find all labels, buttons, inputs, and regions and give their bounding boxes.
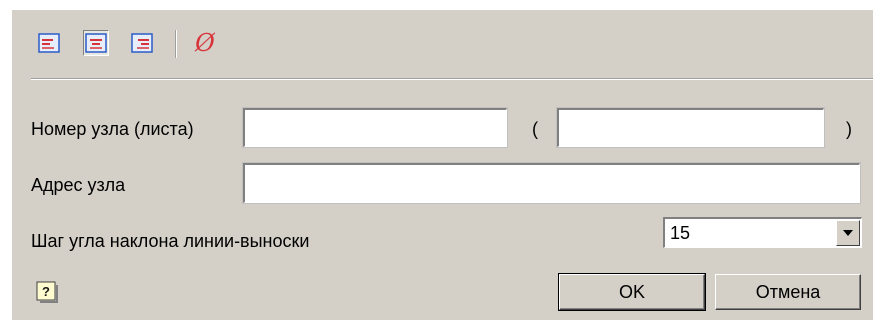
dropdown-button[interactable] [836, 220, 860, 246]
close-paren: ) [846, 119, 852, 139]
diameter-icon: Ø [195, 29, 215, 57]
align-right-icon [131, 33, 153, 53]
chevron-down-icon [843, 230, 853, 236]
node-number-field[interactable] [242, 107, 508, 148]
ok-button[interactable]: OK [558, 273, 706, 311]
align-center-button[interactable] [83, 30, 109, 56]
cancel-button[interactable]: Отмена [715, 274, 861, 310]
node-number-label: Номер узла (листа) [31, 119, 194, 139]
open-paren: ( [532, 119, 538, 139]
node-address-field[interactable] [242, 162, 861, 204]
help-icon[interactable]: ? [36, 281, 58, 303]
align-right-button[interactable] [129, 30, 155, 56]
sheet-number-field[interactable] [556, 107, 825, 148]
angle-step-select[interactable]: 15 [663, 217, 862, 248]
align-center-icon [85, 33, 107, 53]
angle-step-label: Шаг угла наклона линии-выноски [31, 231, 310, 251]
node-address-label: Адрес узла [31, 175, 126, 195]
align-left-icon [38, 33, 60, 53]
dialog: Ø Номер узла (листа) ( ) Адрес узла Шаг … [12, 10, 873, 320]
angle-step-value: 15 [670, 223, 691, 243]
toolbar-divider [31, 78, 873, 80]
toolbar-separator [175, 30, 177, 58]
svg-text:?: ? [42, 284, 50, 299]
diameter-button[interactable]: Ø [192, 29, 218, 57]
align-left-button[interactable] [36, 30, 62, 56]
